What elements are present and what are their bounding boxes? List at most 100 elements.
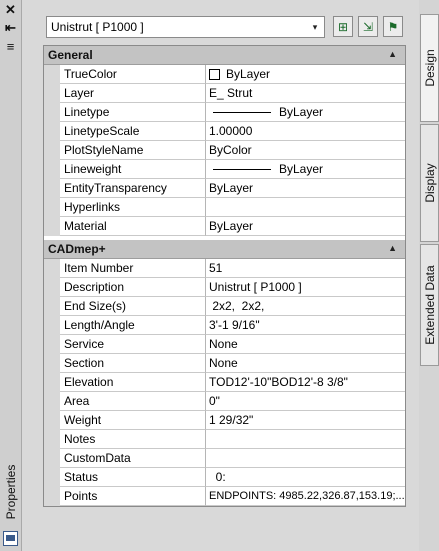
tab-label: Extended Data bbox=[422, 265, 437, 345]
property-row[interactable]: Area 0" bbox=[44, 392, 405, 411]
row-gutter bbox=[44, 411, 60, 430]
property-name: Material bbox=[60, 217, 206, 236]
row-gutter bbox=[44, 354, 60, 373]
property-grid: General ▲ TrueColor ByLayer Layer E_ Str… bbox=[43, 45, 406, 507]
property-row[interactable]: Description Unistrut [ P1000 ] bbox=[44, 278, 405, 297]
row-gutter bbox=[44, 373, 60, 392]
property-row[interactable]: Service None bbox=[44, 335, 405, 354]
property-name: Length/Angle bbox=[60, 316, 206, 335]
property-row[interactable]: Status 0: bbox=[44, 468, 405, 487]
property-value[interactable]: 0" bbox=[206, 392, 405, 411]
property-row[interactable]: Points ENDPOINTS: 4985.22,326.87,153.19;… bbox=[44, 487, 405, 506]
property-value[interactable]: TOD12'-10"BOD12'-8 3/8" bbox=[206, 373, 405, 392]
property-row[interactable]: Material ByLayer bbox=[44, 217, 405, 236]
row-gutter bbox=[44, 430, 60, 449]
property-row[interactable]: End Size(s) 2x2, 2x2, bbox=[44, 297, 405, 316]
property-value[interactable]: 2x2, 2x2, bbox=[206, 297, 405, 316]
section-title: CADmep+ bbox=[48, 242, 106, 256]
row-gutter bbox=[44, 392, 60, 411]
property-row[interactable]: Weight 1 29/32" bbox=[44, 411, 405, 430]
property-value[interactable]: 3'-1 9/16" bbox=[206, 316, 405, 335]
property-value[interactable]: ByLayer bbox=[206, 103, 405, 122]
property-name: Lineweight bbox=[60, 160, 206, 179]
property-value[interactable]: ByLayer bbox=[206, 217, 405, 236]
property-value[interactable]: ByLayer bbox=[206, 179, 405, 198]
property-value[interactable]: None bbox=[206, 335, 405, 354]
section-header-cadmep[interactable]: CADmep+ ▲ bbox=[44, 240, 405, 259]
section-header-general[interactable]: General ▲ bbox=[44, 46, 405, 65]
property-value[interactable]: 51 bbox=[206, 259, 405, 278]
select-objects-button[interactable]: ⊞ bbox=[333, 16, 353, 37]
color-swatch-icon bbox=[209, 68, 220, 80]
property-row[interactable]: Layer E_ Strut bbox=[44, 84, 405, 103]
property-name: EntityTransparency bbox=[60, 179, 206, 198]
property-name: Weight bbox=[60, 411, 206, 430]
properties-menu-icon[interactable]: ≡ bbox=[3, 39, 18, 54]
object-type-dropdown[interactable]: Unistrut [ P1000 ] ▾ bbox=[46, 16, 325, 38]
row-gutter bbox=[44, 160, 60, 179]
property-name: Service bbox=[60, 335, 206, 354]
tab-label: Design bbox=[422, 49, 437, 87]
palette-corner-icon[interactable] bbox=[3, 531, 18, 546]
property-value[interactable] bbox=[206, 430, 405, 449]
property-row[interactable]: Elevation TOD12'-10"BOD12'-8 3/8" bbox=[44, 373, 405, 392]
row-gutter bbox=[44, 449, 60, 468]
property-value[interactable]: ByLayer bbox=[206, 65, 405, 84]
property-name: Item Number bbox=[60, 259, 206, 278]
row-gutter bbox=[44, 297, 60, 316]
property-name: Elevation bbox=[60, 373, 206, 392]
property-value[interactable]: ENDPOINTS: 4985.22,326.87,153.19;... bbox=[206, 487, 405, 506]
linetype-sample-icon bbox=[213, 111, 271, 113]
property-value[interactable]: 1 29/32" bbox=[206, 411, 405, 430]
tab-display[interactable]: Display bbox=[420, 124, 439, 242]
tab-design[interactable]: Design bbox=[420, 14, 439, 122]
quick-select-button[interactable]: ⇲ bbox=[358, 16, 378, 37]
property-name: Notes bbox=[60, 430, 206, 449]
toggle-pickadd-button[interactable]: ⚑ bbox=[383, 16, 403, 37]
property-row[interactable]: Lineweight ByLayer bbox=[44, 160, 405, 179]
property-value[interactable]: 0: bbox=[206, 468, 405, 487]
tab-extended-data[interactable]: Extended Data bbox=[420, 244, 439, 366]
property-row[interactable]: Item Number 51 bbox=[44, 259, 405, 278]
row-gutter bbox=[44, 335, 60, 354]
collapse-icon[interactable]: ▲ bbox=[388, 49, 397, 59]
property-row[interactable]: Section None bbox=[44, 354, 405, 373]
tab-label: Display bbox=[422, 163, 437, 203]
autohide-icon[interactable]: ⇤ bbox=[3, 20, 18, 35]
collapse-icon[interactable]: ▲ bbox=[388, 243, 397, 253]
row-gutter bbox=[44, 259, 60, 278]
property-value[interactable]: 1.00000 bbox=[206, 122, 405, 141]
property-row[interactable]: LinetypeScale 1.00000 bbox=[44, 122, 405, 141]
property-name: End Size(s) bbox=[60, 297, 206, 316]
row-gutter bbox=[44, 468, 60, 487]
property-value[interactable]: Unistrut [ P1000 ] bbox=[206, 278, 405, 297]
property-value[interactable]: None bbox=[206, 354, 405, 373]
property-name: PlotStyleName bbox=[60, 141, 206, 160]
palette-title-bar: ✕ ⇤ ≡ Properties bbox=[0, 0, 22, 551]
property-row[interactable]: CustomData bbox=[44, 449, 405, 468]
palette-title: Properties bbox=[4, 464, 18, 520]
property-row[interactable]: PlotStyleName ByColor bbox=[44, 141, 405, 160]
row-gutter bbox=[44, 103, 60, 122]
property-value[interactable] bbox=[206, 198, 405, 217]
property-row[interactable]: EntityTransparency ByLayer bbox=[44, 179, 405, 198]
property-name: LinetypeScale bbox=[60, 122, 206, 141]
property-value[interactable]: ByLayer bbox=[206, 160, 405, 179]
property-value[interactable] bbox=[206, 449, 405, 468]
row-gutter bbox=[44, 65, 60, 84]
property-row[interactable]: Hyperlinks bbox=[44, 198, 405, 217]
close-icon[interactable]: ✕ bbox=[3, 2, 18, 17]
property-row[interactable]: Notes bbox=[44, 430, 405, 449]
chevron-down-icon[interactable]: ▾ bbox=[308, 19, 322, 35]
property-row[interactable]: Length/Angle 3'-1 9/16" bbox=[44, 316, 405, 335]
row-gutter bbox=[44, 316, 60, 335]
property-row[interactable]: Linetype ByLayer bbox=[44, 103, 405, 122]
property-row[interactable]: TrueColor ByLayer bbox=[44, 65, 405, 84]
row-gutter bbox=[44, 217, 60, 236]
property-name: Hyperlinks bbox=[60, 198, 206, 217]
property-value[interactable]: E_ Strut bbox=[206, 84, 405, 103]
property-name: Status bbox=[60, 468, 206, 487]
row-gutter bbox=[44, 198, 60, 217]
row-gutter bbox=[44, 179, 60, 198]
property-value[interactable]: ByColor bbox=[206, 141, 405, 160]
